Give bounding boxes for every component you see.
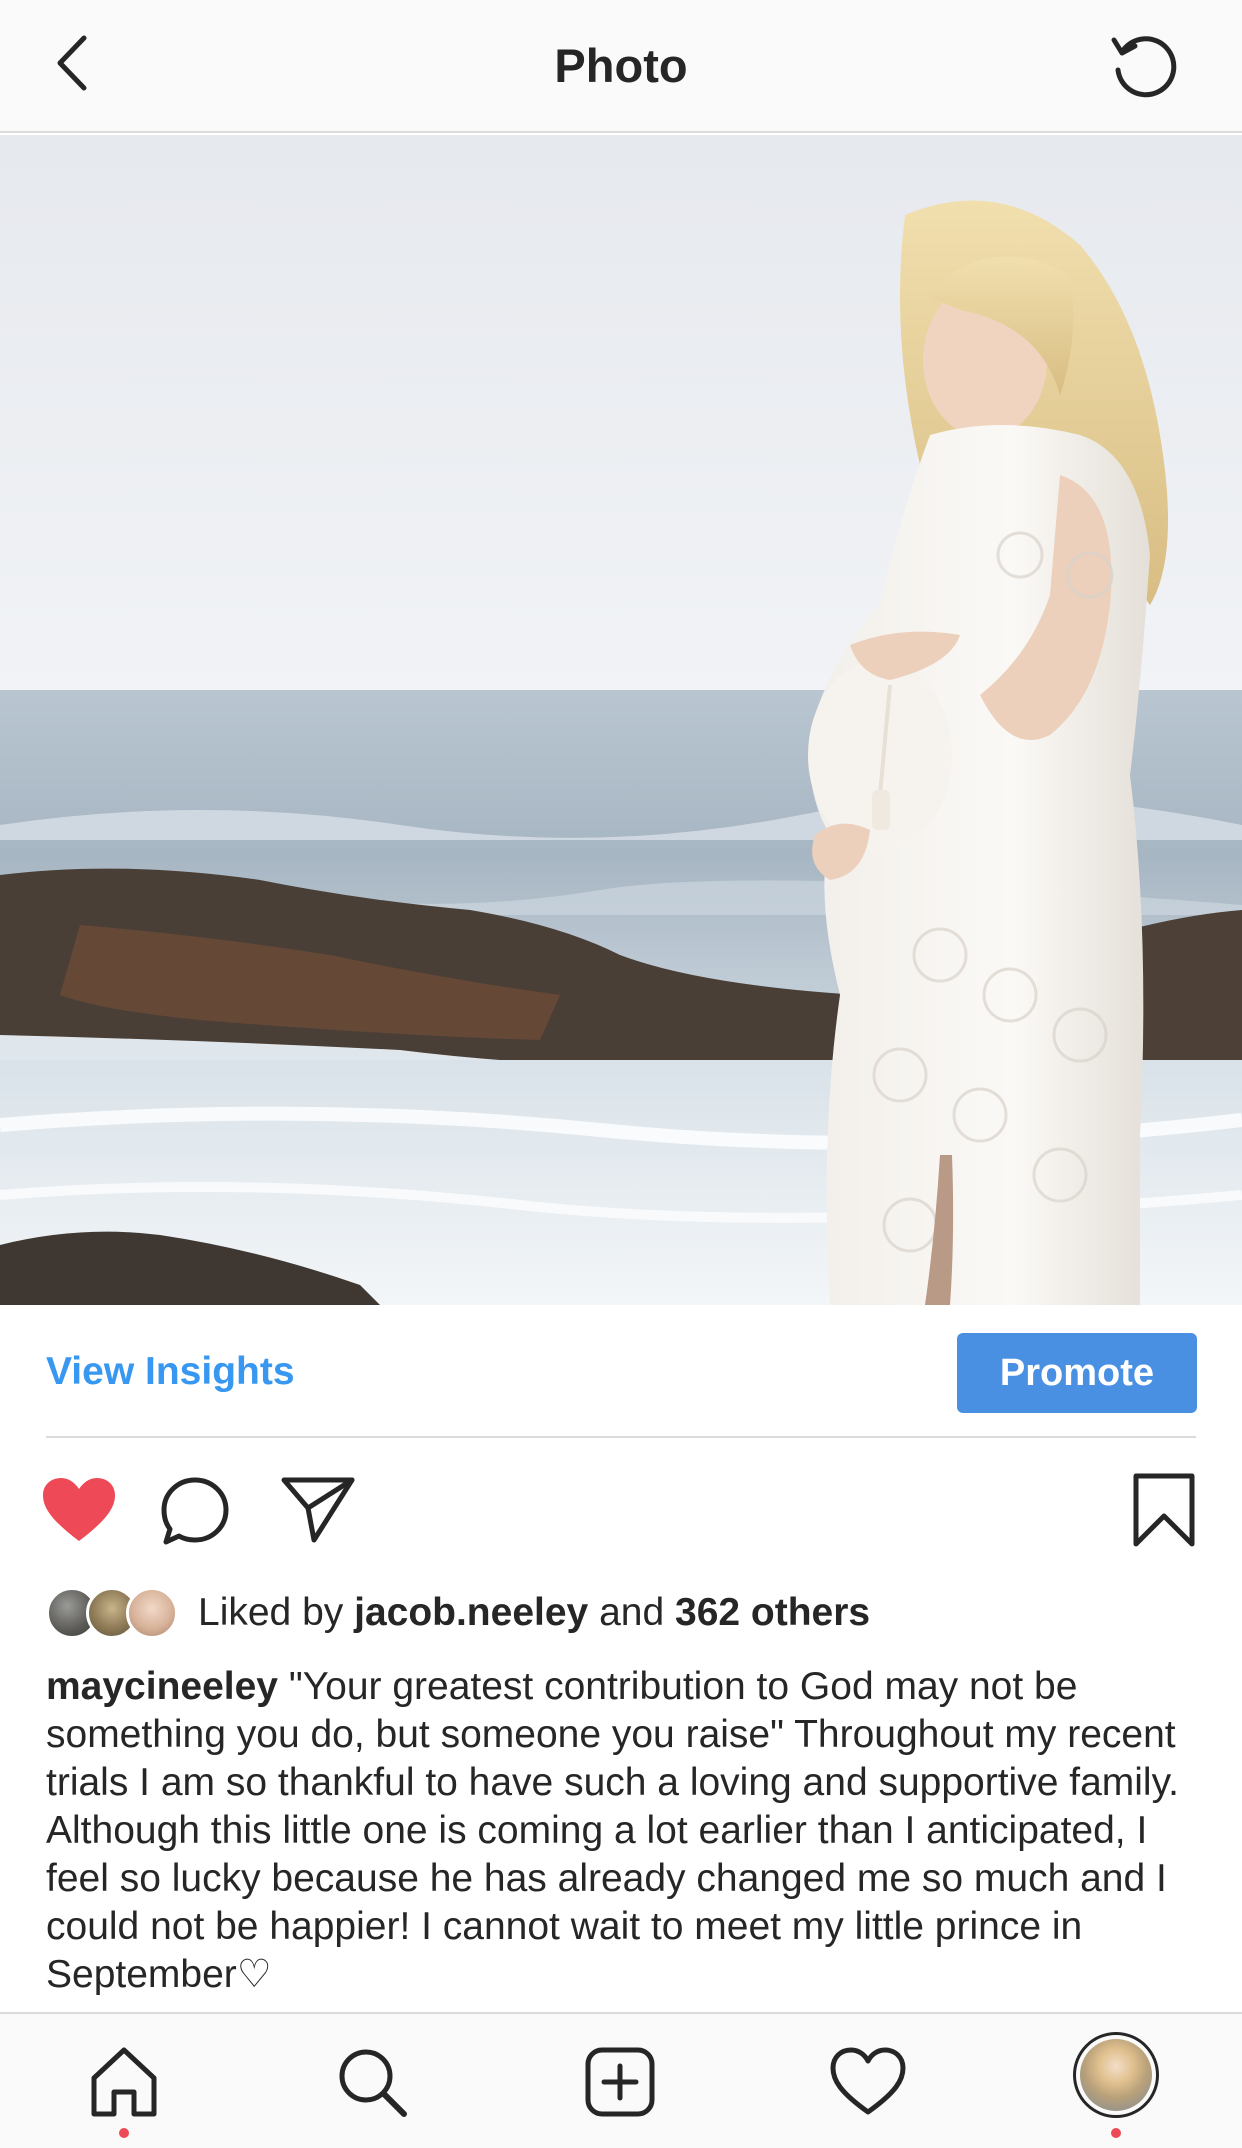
divider [46,1436,1196,1438]
home-icon [91,2047,157,2117]
caption-username[interactable]: maycineeley [46,1665,278,1708]
add-post-icon [585,2047,655,2117]
likes-others-link[interactable]: 362 others [675,1591,870,1634]
post-photo[interactable] [0,135,1242,1305]
tab-home[interactable] [84,2042,164,2122]
promote-button[interactable]: Promote [957,1333,1197,1413]
likes-text: Liked by jacob.neeley and 362 others [198,1591,870,1635]
post-caption: maycineeley "Your greatest contribution … [46,1663,1196,1999]
avatar [126,1587,178,1639]
likes-summary[interactable]: Liked by jacob.neeley and 362 others [46,1583,870,1643]
refresh-icon[interactable] [1104,26,1184,106]
bookmark-icon[interactable] [1130,1472,1198,1548]
profile-avatar [1080,2039,1152,2111]
top-nav-bar: Photo [0,0,1242,133]
page-title: Photo [554,39,688,92]
like-heart-icon[interactable] [40,1475,118,1545]
likes-connector: and [599,1591,665,1634]
tab-activity[interactable] [828,2042,908,2122]
tab-new-post[interactable] [580,2042,660,2122]
tab-profile[interactable] [1073,2032,1159,2118]
activity-heart-icon [830,2047,906,2115]
tab-search[interactable] [332,2042,412,2122]
profile-notification-dot [1111,2128,1121,2138]
home-notification-dot [119,2128,129,2138]
likes-prefix: Liked by [198,1591,344,1634]
bottom-tab-bar [0,2012,1242,2148]
caption-text: "Your greatest contribution to God may n… [46,1665,1180,1996]
view-insights-link[interactable]: View Insights [46,1350,295,1394]
comment-icon[interactable] [158,1474,232,1548]
liker-username[interactable]: jacob.neeley [354,1591,588,1634]
liker-avatars [46,1585,178,1641]
search-icon [339,2049,407,2117]
share-direct-icon[interactable] [280,1474,356,1544]
